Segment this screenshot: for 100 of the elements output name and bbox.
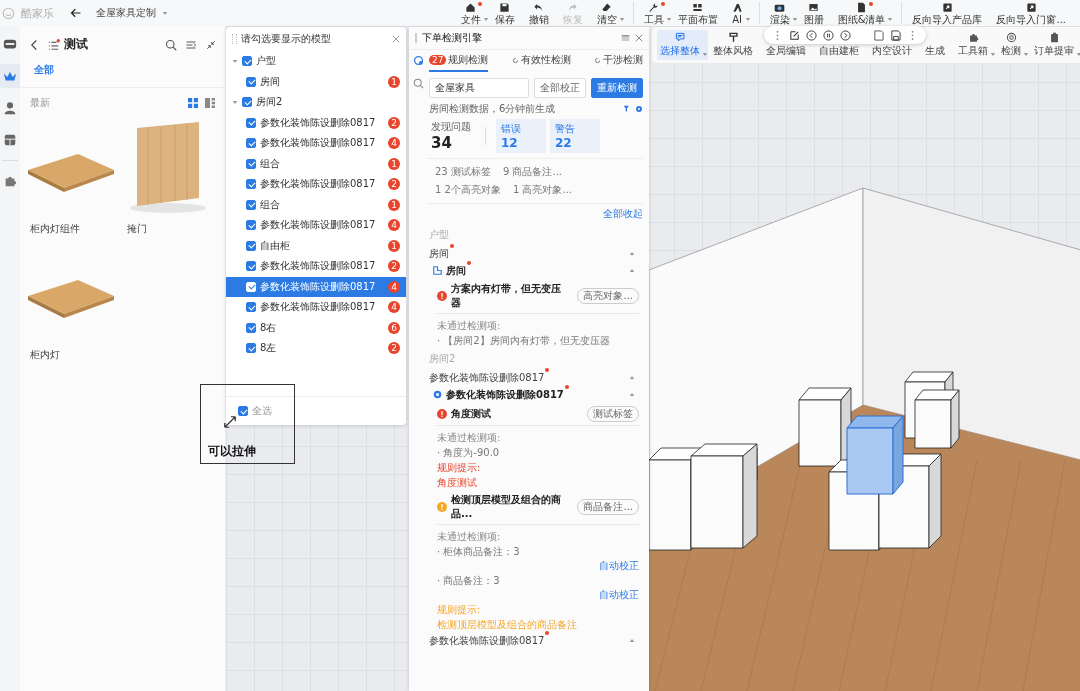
tool-button[interactable]: 选择整体 [657,30,708,60]
scope-dropdown[interactable]: 全屋家具 [429,78,529,98]
previous-icon[interactable] [806,29,817,41]
tree-row[interactable]: 参数化装饰陈设删除0817 4 [226,297,406,318]
tree-row[interactable]: 参数化装饰陈设删除0817 2 [226,112,406,133]
stat-card[interactable]: 警告 22 [550,119,600,153]
toolbar-button[interactable]: 渲染 [767,1,798,25]
toolbar-button[interactable]: 文件 [458,1,489,25]
checkbox[interactable] [246,138,256,149]
object-name[interactable]: 参数化装饰陈设删除0817 [429,633,545,648]
next-icon[interactable] [840,29,851,41]
filter-tag[interactable]: 1 2个高亮对象 [435,183,501,197]
count-badge: 27 [429,55,447,65]
toolbar-button[interactable]: 反向导入产品库 [910,1,991,25]
filter-icon[interactable] [623,105,631,113]
checkbox[interactable] [242,56,252,67]
failed-item: · 角度为-90.0 [437,446,501,460]
tree-row[interactable]: 自由柜 1 [226,235,406,256]
tree-item-label[interactable]: 户型 [256,54,276,69]
refresh-icon [511,56,519,64]
tree-row[interactable]: 组合 1 [226,153,406,174]
object-name[interactable]: 参数化装饰陈设删除0817 [429,370,545,385]
filter-tag[interactable]: 9 商品备注... [502,165,562,179]
scan-gear-icon[interactable] [412,55,424,66]
tool-button[interactable]: 内空设计 [869,42,920,60]
minimize-window-icon[interactable] [621,34,630,42]
tree-row[interactable]: 参数化装饰陈设删除0817 4 [226,276,406,297]
project-dropdown[interactable]: 全屋家具定制 [96,6,156,20]
pause-icon[interactable] [823,29,834,41]
checkbox[interactable] [246,302,256,313]
checkbox[interactable] [246,261,256,272]
back-arrow-icon[interactable] [70,7,82,19]
tree-row[interactable]: 参数化装饰陈设删除0817 4 [226,133,406,154]
close-icon[interactable] [392,35,400,43]
collapse-arrows-icon[interactable] [205,38,217,51]
checkbox[interactable] [246,343,256,354]
toolbar-button[interactable]: 保存 [492,1,523,25]
tree-row[interactable]: 8右 6 [226,317,406,338]
stat-card[interactable]: 错误 12 [496,119,546,153]
collapse-all-link[interactable]: 全部收起 [603,207,643,221]
checkbox[interactable] [238,406,248,416]
tool-button[interactable]: 全局编辑 [763,42,814,60]
tree-item-label[interactable]: 房间2 [256,95,283,110]
drag-handle-icon[interactable] [232,34,237,44]
edit-icon[interactable] [789,29,800,41]
list-icon[interactable] [48,38,60,51]
toolbar-button[interactable]: 工具 [641,1,672,25]
tree-row[interactable]: 参数化装饰陈设删除0817 2 [226,174,406,195]
checkbox[interactable] [242,97,252,108]
toolbar-button[interactable]: 反向导入门窗... [994,1,1074,25]
tool-button[interactable]: 自由建柜 [816,42,867,60]
toolbar-button[interactable]: AI [729,1,751,25]
close-icon[interactable] [635,34,643,42]
filter-lines-icon[interactable] [185,38,197,51]
check-tab[interactable]: 干涉检测 [594,53,643,72]
settings-icon[interactable] [635,105,643,113]
toolbar-button[interactable]: 平面布置 [675,1,726,25]
toolbar-button[interactable]: 撤销 [526,1,557,25]
save-as-icon[interactable] [890,29,901,41]
category-tab[interactable]: 全部 [34,63,54,77]
filter-tag[interactable]: 1 高亮对象... [512,183,572,197]
tool-button[interactable]: 整体风格 [710,30,761,60]
save-icon[interactable] [873,29,884,41]
check-tab[interactable]: 27 规则检测 [429,53,489,72]
action-button[interactable]: 重新检测 [591,78,643,98]
checkbox[interactable] [246,179,256,190]
object-name[interactable]: 参数化装饰陈设删除0817 [446,387,564,402]
tree-row[interactable]: 参数化装饰陈设删除0817 2 [226,256,406,277]
auto-fix-link[interactable]: 自动校正 [599,588,639,602]
tree-row[interactable]: 房间 1 [226,71,406,92]
toolbar-button[interactable]: 图纸&清单 [835,1,894,25]
tool-button[interactable]: 订单提审 [1031,30,1080,60]
tool-button[interactable]: 工具箱 [955,30,996,60]
tree-row[interactable]: 8左 2 [226,338,406,359]
checkbox[interactable] [246,117,256,128]
checkbox[interactable] [246,199,256,210]
checkbox[interactable] [246,220,256,231]
object-name[interactable]: 房间 [429,246,449,261]
auto-fix-link[interactable]: 自动校正 [599,559,639,573]
grid-view-icon[interactable] [188,98,198,108]
object-name[interactable]: 房间 [446,263,466,278]
scan-search-icon[interactable] [412,78,424,89]
checkbox[interactable] [246,240,256,251]
checkbox[interactable] [246,76,256,87]
eraser-icon [601,1,613,13]
checkbox[interactable] [246,158,256,169]
object-icon [433,390,442,399]
check-tab[interactable]: 有效性检测 [511,53,571,72]
tree-row[interactable]: 组合 1 [226,194,406,215]
action-button[interactable]: 全部校正 [534,78,586,98]
checkbox[interactable] [246,322,256,333]
tool-button[interactable]: 检测 [998,30,1029,60]
tree-row[interactable]: 参数化装饰陈设删除0817 4 [226,215,406,236]
filter-tag[interactable]: 23 测试标签 [435,165,491,179]
search-icon[interactable] [165,38,177,51]
toolbar-button[interactable]: 清空 [594,1,625,25]
drag-handle-icon[interactable] [415,33,417,43]
list-view-icon[interactable] [205,98,215,108]
tool-button[interactable]: 生成 [922,42,953,60]
toolbar-button[interactable]: 图册 [801,1,832,25]
